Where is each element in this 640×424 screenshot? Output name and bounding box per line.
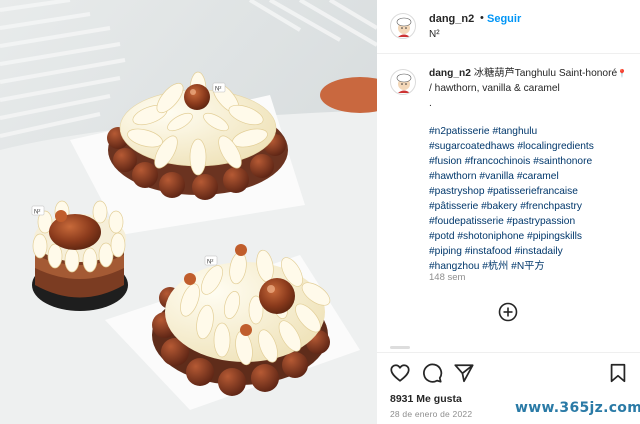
post-date: 28 de enero de 2022 <box>390 409 473 419</box>
hashtag-link[interactable]: #piping <box>429 246 462 257</box>
plus-circle-icon[interactable] <box>498 302 518 322</box>
hashtag-link[interactable]: #instadaily <box>515 246 563 257</box>
caption-avatar[interactable] <box>390 69 416 95</box>
separator-dot: • <box>480 12 484 24</box>
hashtag-link[interactable]: #patisseriefrancaise <box>487 186 578 197</box>
hashtag-link[interactable]: #hangzhou <box>429 261 479 272</box>
comment-icon[interactable] <box>421 362 443 384</box>
hashtag-link[interactable]: #francochinois <box>465 156 531 167</box>
hashtag-link[interactable]: #杭州 <box>482 261 508 272</box>
bookmark-icon[interactable] <box>607 362 629 384</box>
pastry-photo: N² N² N² <box>0 0 377 424</box>
paper-plane-icon[interactable] <box>453 362 475 384</box>
hashtag-line: #potd #shotoniphone #pipingskills <box>429 229 634 244</box>
hashtag-line: #fusion #francochinois #sainthonore <box>429 154 634 169</box>
post-age[interactable]: 148 sem <box>429 272 465 283</box>
hashtag-link[interactable]: #fusion <box>429 156 462 167</box>
caption-title: 冰糖葫芦Tanghulu Saint-honoré <box>473 68 618 79</box>
hashtag-link[interactable]: #sugarcoatedhaws <box>429 141 515 152</box>
post-side-panel: dang_n2 • Seguir N² dang_n2 冰糖葫芦Tanghulu … <box>377 0 640 424</box>
hashtag-line: #pastryshop #patisseriefrancaise <box>429 184 634 199</box>
heart-icon[interactable] <box>389 362 411 384</box>
watermark: www.365jz.com <box>515 400 640 416</box>
hashtag-link[interactable]: #foudepatisserie <box>429 216 504 227</box>
hashtag-link[interactable]: #sainthonore <box>533 156 592 167</box>
header-username[interactable]: dang_n2 <box>429 13 474 25</box>
hashtag-link[interactable]: #pâtisserie <box>429 201 478 212</box>
follow-button[interactable]: Seguir <box>487 13 521 25</box>
caption-subtitle: / hawthorn, vanilla & caramel <box>429 83 560 94</box>
pin-icon: 📍 <box>617 69 628 78</box>
hashtag-list: #n2patisserie #tanghulu #sugarcoatedhaws … <box>429 124 634 274</box>
caption-username[interactable]: dang_n2 <box>429 68 471 79</box>
hashtag-link[interactable]: #bakery <box>481 201 517 212</box>
next-comment-placeholder <box>390 346 410 349</box>
hashtag-link[interactable]: #instafood <box>465 246 512 257</box>
post-photo[interactable]: N² N² N² <box>0 0 377 424</box>
hashtag-link[interactable]: #pipingskills <box>527 231 582 242</box>
small-cake: N² <box>31 200 128 311</box>
hashtag-line: #foudepatisserie #pastrypassion <box>429 214 634 229</box>
hashtag-line: #hawthorn #vanilla #caramel <box>429 169 634 184</box>
hashtag-link[interactable]: #hawthorn <box>429 171 477 182</box>
hashtag-link[interactable]: #tanghulu <box>492 126 537 137</box>
hashtag-link[interactable]: #vanilla <box>479 171 514 182</box>
hashtag-link[interactable]: #pastryshop <box>429 186 485 197</box>
hashtag-link[interactable]: #n2patisserie <box>429 126 490 137</box>
hashtag-line: #pâtisserie #bakery #frenchpastry <box>429 199 634 214</box>
avatar-chef-icon <box>396 73 412 93</box>
svg-text:N²: N² <box>207 260 213 266</box>
hashtag-link[interactable]: #potd <box>429 231 455 242</box>
avatar[interactable] <box>390 13 416 39</box>
post-header: dang_n2 • Seguir N² <box>377 0 640 54</box>
svg-text:N²: N² <box>215 87 221 93</box>
likes-count[interactable]: 8931 Me gusta <box>390 393 462 405</box>
svg-text:N²: N² <box>34 210 40 216</box>
caption-period: . <box>429 98 432 109</box>
action-bar <box>377 352 640 392</box>
avatar-chef-icon <box>396 17 412 37</box>
hashtag-link[interactable]: #shotoniphone <box>457 231 524 242</box>
hashtag-link[interactable]: #N平方 <box>511 261 544 272</box>
hashtag-link[interactable]: #caramel <box>517 171 559 182</box>
header-subtitle[interactable]: N² <box>429 29 440 40</box>
caption-text: dang_n2 冰糖葫芦Tanghulu Saint-honoré📍 / hawt… <box>429 66 634 111</box>
hashtag-link[interactable]: #localingredients <box>517 141 593 152</box>
instagram-post: N² N² N² dang_n2 • Seguir N² dang_n2 冰糖葫… <box>0 0 640 424</box>
hashtag-link[interactable]: #frenchpastry <box>520 201 582 212</box>
hashtag-line: #piping #instafood #instadaily <box>429 244 634 259</box>
hashtag-line: #n2patisserie #tanghulu <box>429 124 634 139</box>
hashtag-link[interactable]: #pastrypassion <box>507 216 576 227</box>
hashtag-line: #sugarcoatedhaws #localingredients <box>429 139 634 154</box>
